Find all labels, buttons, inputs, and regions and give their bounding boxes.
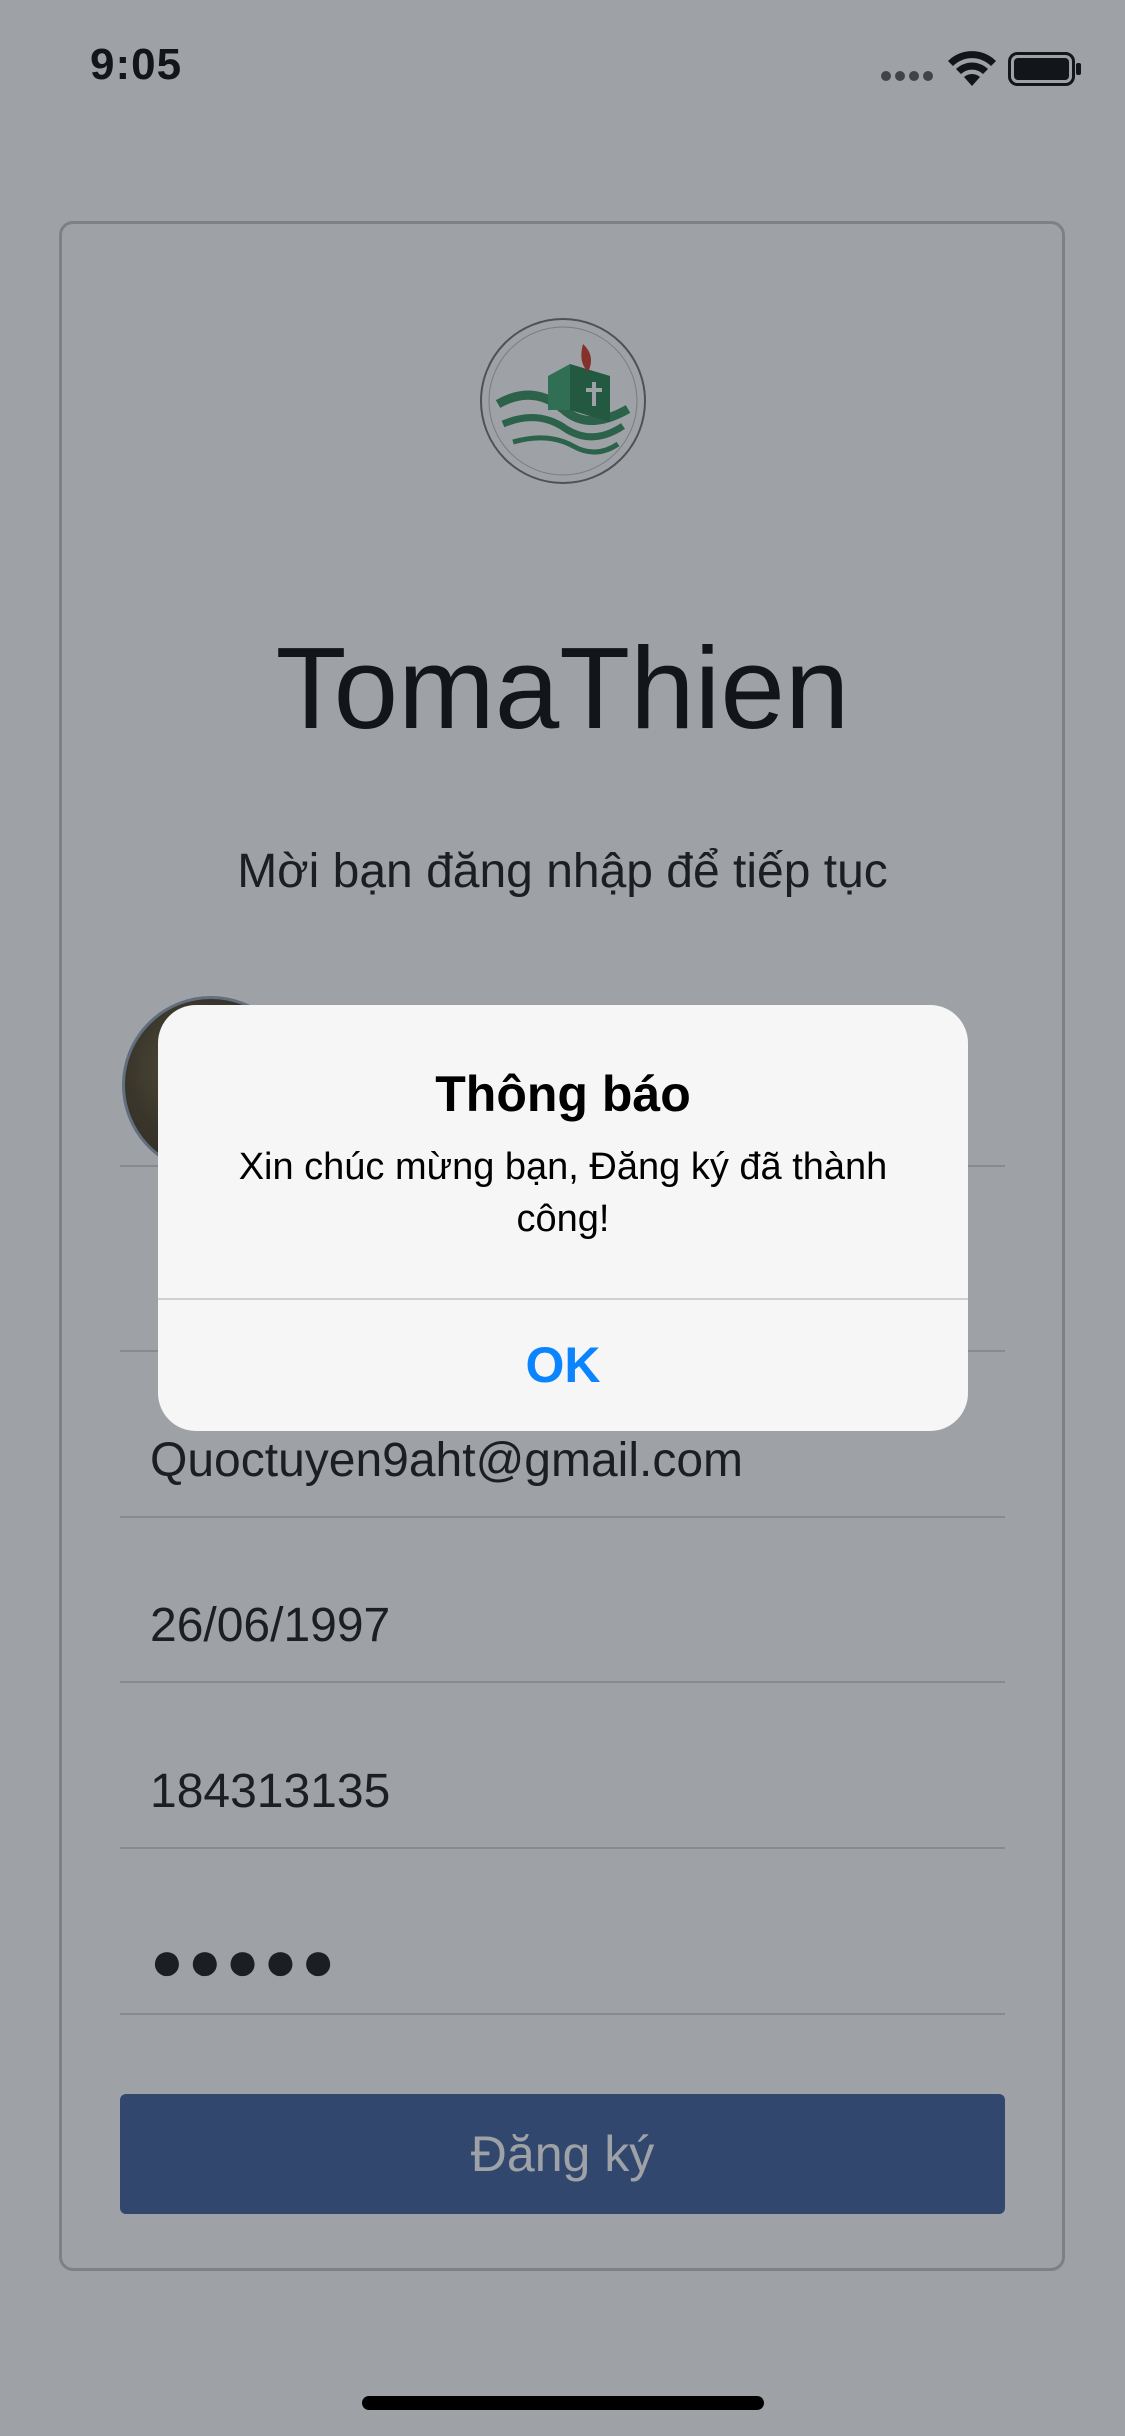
ok-button[interactable]: OK <box>158 1300 968 1431</box>
alert-message: Xin chúc mừng bạn, Đăng ký đã thành công… <box>238 1146 888 1240</box>
alert-dialog: Thông báo Xin chúc mừng bạn, Đăng ký đã … <box>158 1005 968 1431</box>
registration-screen: 9:05 TomaThien Mời bạn đăng nhập để tiếp… <box>0 0 1125 2436</box>
home-indicator[interactable] <box>362 2396 764 2410</box>
alert-title: Thông báo <box>435 1066 691 1122</box>
